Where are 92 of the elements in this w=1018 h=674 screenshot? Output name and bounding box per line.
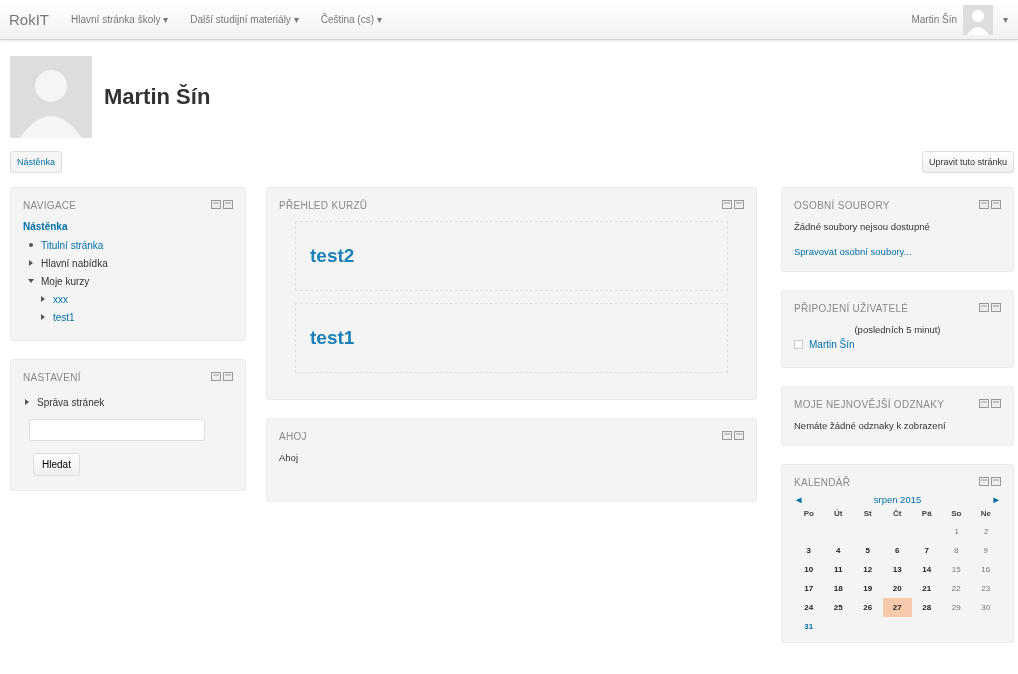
block-title: NASTAVENÍ (23, 370, 81, 385)
weekday-header: Po (802, 508, 815, 520)
block-title: AHOJ (279, 430, 307, 444)
calendar-day[interactable]: 11 (823, 560, 853, 579)
calendar-day[interactable]: 18 (823, 579, 853, 598)
weekday-header: Pá (920, 508, 933, 520)
month-title[interactable]: srpen 2015 (873, 494, 922, 505)
profile-avatar-icon (10, 56, 92, 138)
block-controls-icon[interactable] (722, 200, 744, 209)
block-controls-icon[interactable] (211, 200, 233, 209)
calendar-day[interactable]: 4 (823, 541, 853, 560)
calendar-day[interactable]: 6 (882, 541, 912, 560)
block-controls-icon[interactable] (211, 372, 233, 381)
nav-menu[interactable]: Další studijní materiály ▾ (190, 14, 299, 25)
block-controls-icon[interactable] (979, 303, 1001, 312)
tree-root[interactable]: Nástěnka (23, 221, 233, 232)
block-controls-icon[interactable] (722, 431, 744, 440)
calendar-day[interactable]: 9 (971, 541, 1001, 560)
search-field[interactable] (29, 419, 205, 441)
calendar-day[interactable]: 7 (912, 541, 942, 560)
collapsed-arrow-icon[interactable] (27, 259, 35, 267)
search-button[interactable]: Hledat (33, 453, 80, 476)
calendar-day[interactable]: 5 (853, 541, 883, 560)
calendar-day[interactable]: 16 (971, 560, 1001, 579)
tree-item[interactable]: Titulní stránka (41, 239, 104, 251)
calendar-day[interactable]: 19 (853, 579, 883, 598)
edit-page-button[interactable]: Upravit tuto stránku (921, 151, 1014, 173)
block-title: OSOBNÍ SOUBORY (794, 198, 890, 213)
site-brand[interactable]: RokIT (9, 11, 49, 28)
calendar-day[interactable]: 10 (794, 560, 824, 579)
calendar-day[interactable]: 14 (912, 560, 942, 579)
user-avatar-icon (794, 339, 803, 349)
tree-item[interactable]: Hlavní nabídka (41, 257, 108, 269)
calendar-day[interactable]: 20 (882, 579, 912, 598)
calendar-day[interactable]: 8 (941, 541, 971, 560)
next-month-link[interactable]: ► (991, 494, 1001, 505)
period-text: (posledních 5 minut) (853, 324, 942, 335)
calendar-day[interactable]: 12 (853, 560, 883, 579)
manage-files-link[interactable]: Spravovat osobní soubory... (794, 246, 1001, 257)
calendar-day[interactable]: 21 (912, 579, 942, 598)
weekday-header: Ne (979, 508, 992, 520)
weekday-header: St (862, 508, 873, 520)
expanded-arrow-icon[interactable] (27, 277, 35, 285)
profile-name: Martin Šín (104, 84, 211, 110)
block-text: Nemáte žádné odznaky k zobrazení (794, 420, 947, 431)
block-controls-icon[interactable] (979, 200, 1001, 209)
course-link[interactable]: test2 (310, 245, 355, 267)
course-link[interactable]: test1 (310, 327, 355, 349)
calendar-day[interactable]: 27 (882, 598, 912, 617)
calendar-day[interactable]: 30 (971, 598, 1001, 617)
calendar-day[interactable]: 24 (794, 598, 824, 617)
weekday-header: Čt (892, 508, 903, 520)
block-title: PŘIPOJENÍ UŽIVATELÉ (794, 301, 909, 316)
calendar-day[interactable]: 1 (942, 522, 972, 541)
weekday-header: So (950, 508, 963, 520)
calendar-day[interactable]: 23 (971, 579, 1001, 598)
block-controls-icon[interactable] (979, 477, 1001, 486)
calendar-day[interactable]: 3 (794, 541, 824, 560)
nav-menu[interactable]: Čeština (cs) ▾ (320, 14, 382, 25)
tree-item[interactable]: test1 (53, 311, 75, 323)
tree-item[interactable]: Správa stránek (37, 396, 105, 408)
bullet-icon (27, 241, 35, 249)
block-controls-icon[interactable] (979, 399, 1001, 408)
block-text: Žádné soubory nejsou dostupné (794, 221, 931, 232)
calendar-day[interactable]: 26 (853, 598, 883, 617)
avatar-icon[interactable] (963, 4, 993, 35)
user-link[interactable]: Martin Šín (809, 338, 855, 350)
user-name[interactable]: Martin Šín (911, 14, 957, 25)
calendar-day[interactable]: 25 (823, 598, 853, 617)
block-title: NAVIGACE (23, 199, 77, 213)
tree-item[interactable]: Moje kurzy (41, 275, 90, 287)
block-text: Ahoj (279, 452, 299, 463)
calendar-day[interactable]: 15 (941, 560, 971, 579)
weekday-header: Út (833, 508, 844, 520)
tree-item[interactable]: xxx (53, 293, 68, 305)
calendar-day[interactable]: 28 (912, 598, 942, 617)
collapsed-arrow-icon[interactable] (23, 398, 31, 406)
calendar-day[interactable]: 13 (882, 560, 912, 579)
nav-menu[interactable]: Hlavní stránka školy ▾ (71, 14, 169, 25)
block-title: KALENDÁŘ (794, 475, 851, 490)
dashboard-button[interactable]: Nástěnka (10, 151, 63, 173)
collapsed-arrow-icon[interactable] (39, 313, 47, 321)
calendar-day[interactable]: 22 (941, 579, 971, 598)
block-title: MOJE NEJNOVĚJŠÍ ODZNAKY (794, 397, 945, 412)
calendar-day[interactable]: 29 (941, 598, 971, 617)
previous-month-link[interactable]: ◄ (794, 494, 804, 505)
collapsed-arrow-icon[interactable] (39, 295, 47, 303)
block-title: PŘEHLED KURZŮ (279, 198, 368, 213)
caret-icon[interactable]: ▾ (1003, 14, 1008, 25)
calendar-day[interactable]: 17 (794, 579, 824, 598)
calendar-day[interactable]: 2 (971, 522, 1001, 541)
calendar-day[interactable]: 31 (794, 617, 824, 636)
